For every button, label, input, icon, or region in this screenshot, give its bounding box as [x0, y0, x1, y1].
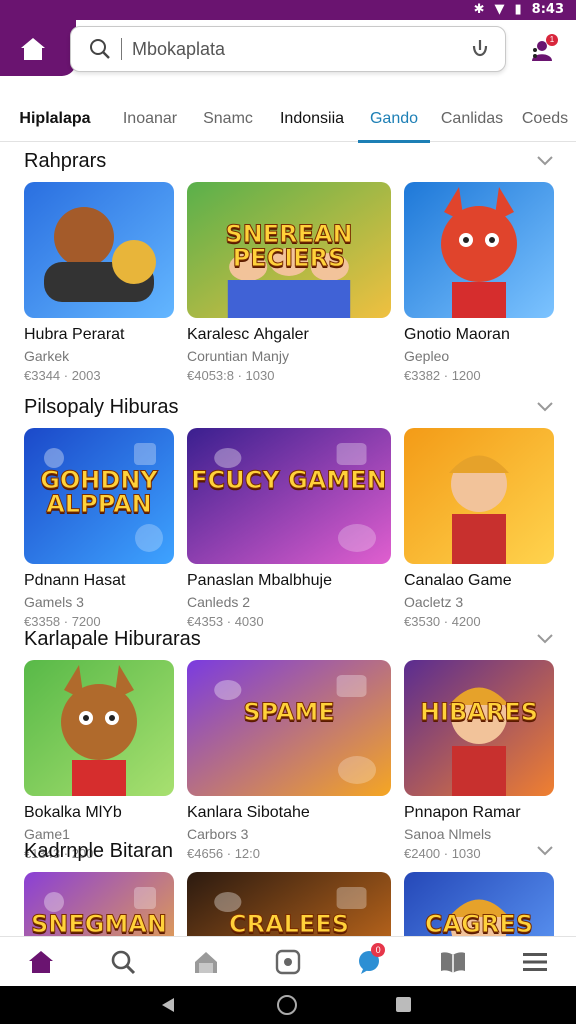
back-icon[interactable]	[160, 997, 176, 1013]
nav-search[interactable]	[82, 937, 164, 986]
profile-badge: 1	[546, 34, 558, 46]
tab-4[interactable]: Indonsiia	[266, 96, 358, 142]
game-title: Bokalka MlYb	[24, 804, 122, 821]
status-time: 8:43	[531, 2, 564, 17]
microphone-icon[interactable]	[471, 38, 489, 60]
game-thumbnail[interactable]: GOHDNY ALPPAN	[24, 428, 174, 564]
game-icon	[275, 949, 301, 974]
section-title: Rahprars	[24, 149, 107, 172]
bluetooth-icon: ✱	[473, 2, 485, 17]
nav-home[interactable]	[0, 937, 82, 986]
game-subtitle: Oacletz 3	[404, 594, 464, 610]
system-home-button[interactable]	[277, 995, 297, 1015]
menu-icon	[522, 952, 547, 971]
section-header[interactable]: Kadrnple Bitaran	[24, 836, 554, 866]
game-title: Kanlara Sibotahe	[187, 804, 310, 821]
game-subtitle: Coruntian Manjy	[187, 348, 289, 364]
game-card[interactable]: HIBARES Pnnapon Ramar Sanoa Nlmels €2400 · …	[404, 660, 554, 861]
game-card[interactable]: SPAME Kanlara Sibotahe Carbors 3 €4656 · 12…	[187, 660, 391, 861]
home-icon	[29, 950, 54, 973]
game-card[interactable]: SNEREAN PECIERS Karalesс Ahgaler Coruntian…	[187, 182, 391, 383]
game-subtitle: Gepleo	[404, 348, 450, 364]
section-title: Kadrnple Bitaran	[24, 839, 173, 862]
game-subtitle: Garkek	[24, 348, 70, 364]
game-card[interactable]: Bokalka MlYb Game1 €1343 · 200	[24, 660, 174, 861]
system-navigation-bar	[0, 986, 576, 1024]
status-icons: ✱ ▼ ▮ 8:43	[474, 2, 564, 17]
nav-library[interactable]	[411, 937, 493, 986]
game-card[interactable]: Gnotio Maoran Gepleo €3382 · 1200	[404, 182, 554, 383]
tab-6[interactable]: Canlidas	[430, 96, 514, 142]
search-icon	[112, 950, 136, 974]
nav-games[interactable]	[247, 937, 329, 986]
nav-menu[interactable]	[494, 937, 576, 986]
thumbnail-title-art: SNEGMAN	[30, 910, 167, 938]
search-divider	[121, 38, 122, 60]
game-thumbnail[interactable]	[404, 428, 554, 564]
game-price: €3344 · 2003	[24, 368, 101, 383]
recent-apps-button[interactable]	[396, 997, 411, 1012]
game-card[interactable]: Hubra Perarat Garkek €3344 · 2003	[24, 182, 174, 383]
status-bar: ✱ ▼ ▮ 8:43	[0, 0, 576, 20]
search-input[interactable]	[132, 38, 452, 60]
chevron-down-icon[interactable]	[536, 401, 554, 413]
home-button[interactable]	[16, 34, 50, 64]
thumbnail-title-art: HIBARES	[419, 698, 539, 726]
book-icon	[440, 951, 465, 973]
thumbnail-title-art: SNEREAN PECIERS	[225, 220, 353, 272]
game-subtitle: Gamels 3	[24, 594, 84, 610]
profile-button[interactable]: 1	[524, 32, 560, 68]
bottom-navigation: 0	[0, 936, 576, 986]
nav-notifications[interactable]: 0	[329, 937, 411, 986]
section-title: Karlapale Hiburaras	[24, 627, 201, 650]
tab-1[interactable]: Hiplalapa	[0, 96, 110, 142]
game-card[interactable]: GOHDNY ALPPAN Pdnann Hasat Gamels 3 €3358 ·…	[24, 428, 174, 629]
section-header[interactable]: Karlapale Hiburaras	[24, 624, 554, 654]
wifi-icon: ▼	[494, 2, 505, 17]
game-title: Panaslan Mbalbhuje	[187, 572, 332, 589]
thumbnail-title-art: CAGRES	[424, 910, 534, 938]
game-title: Gnotio Maoran	[404, 326, 510, 343]
chevron-down-icon[interactable]	[536, 633, 554, 645]
chevron-down-icon[interactable]	[536, 845, 554, 857]
tab-3[interactable]: Snamc	[190, 96, 266, 142]
section-title: Pilsopaly Hiburas	[24, 395, 179, 418]
game-thumbnail[interactable]: SPAME	[187, 660, 391, 796]
tab-5[interactable]: Gando	[358, 96, 430, 143]
section-header[interactable]: Pilsopaly Hiburas	[24, 392, 554, 422]
chevron-down-icon[interactable]	[536, 155, 554, 167]
thumbnail-title-art: GOHDNY ALPPAN	[40, 466, 159, 518]
thumbnail-title-art: CRALEES	[228, 910, 350, 938]
home-icon	[21, 38, 45, 60]
game-thumbnail[interactable]: HIBARES	[404, 660, 554, 796]
thumbnail-title-art: FCUCY GAMEN	[191, 466, 387, 494]
search-icon	[90, 39, 110, 59]
tab-2[interactable]: Inoanar	[110, 96, 190, 142]
game-card[interactable]: FCUCY GAMEN Panaslan Mbalbhuje Canleds 2 €4…	[187, 428, 391, 629]
thumbnail-title-art: SPAME	[243, 698, 336, 726]
game-thumbnail[interactable]: SNEREAN PECIERS	[187, 182, 391, 318]
game-title: Pdnann Hasat	[24, 572, 126, 589]
game-price: €4053:8 · 1030	[187, 368, 275, 383]
game-thumbnail[interactable]: FCUCY GAMEN	[187, 428, 391, 564]
game-thumbnail[interactable]	[24, 660, 174, 796]
battery-icon: ▮	[514, 2, 522, 17]
app-screen: ✱ ▼ ▮ 8:43 1 HiplalapaInoanarSnamcIndons…	[0, 0, 576, 1024]
game-card[interactable]: Canalao Game Oacletz 3 €3530 · 4200	[404, 428, 554, 629]
game-subtitle: Canleds 2	[187, 594, 251, 610]
game-title: Karalesс Ahgaler	[187, 326, 309, 343]
game-title: Canalao Game	[404, 572, 512, 589]
search-bar[interactable]	[70, 26, 506, 72]
game-price: €3382 · 1200	[404, 368, 481, 383]
category-tabs: Hiplalapa Inoanar Snamc Indonsiia Gando Canli…	[0, 96, 576, 143]
section-header[interactable]: Rahprars	[24, 146, 554, 176]
game-thumbnail[interactable]	[24, 182, 174, 318]
store-icon	[194, 951, 217, 973]
nav-store[interactable]	[165, 937, 247, 986]
game-title: Hubra Perarat	[24, 326, 125, 343]
game-thumbnail[interactable]	[404, 182, 554, 318]
game-title: Pnnapon Ramar	[404, 804, 521, 821]
tab-7[interactable]: Coeds	[514, 96, 576, 142]
